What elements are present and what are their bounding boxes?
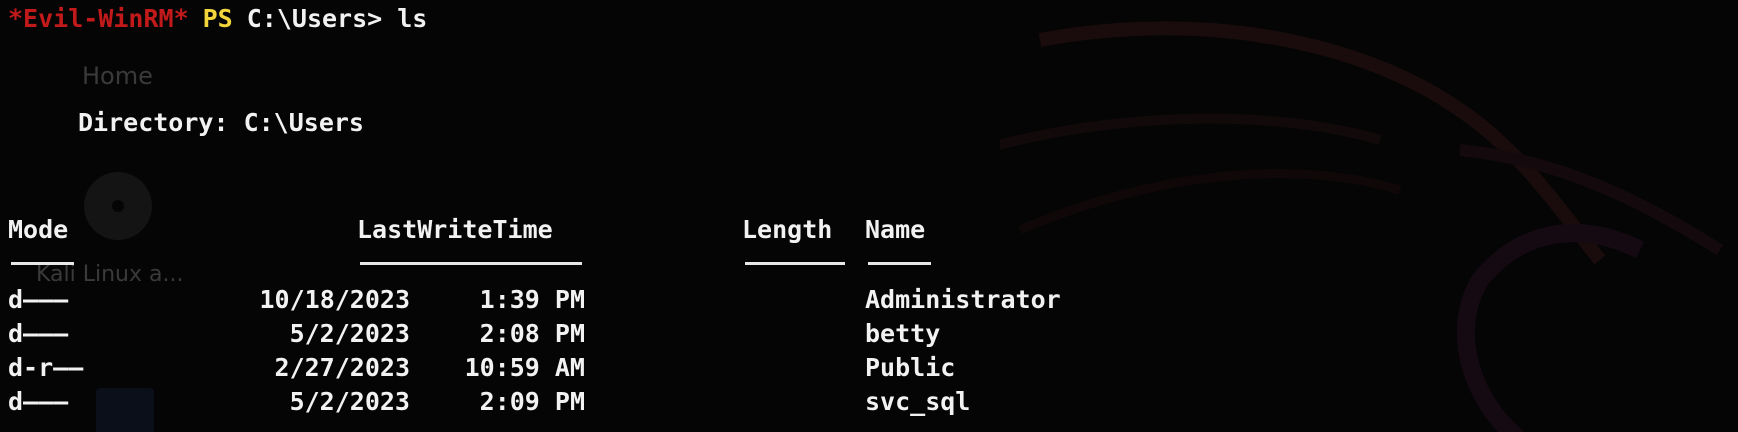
row-time: 10:59 AM (464, 353, 585, 382)
row-mode: d-r—— (8, 353, 84, 382)
directory-line: Directory: C:\Users (78, 108, 364, 137)
row-name: betty (865, 319, 941, 348)
row-date: 10/18/2023 (259, 285, 410, 314)
prompt-line: *Evil-WinRM* PS C:\Users> ls (8, 4, 427, 34)
row-time: 1:39 PM (479, 285, 585, 314)
desktop-kali-label: Kali Linux a... (36, 262, 184, 287)
row-time: 2:09 PM (479, 387, 585, 416)
desktop-disc-icon (84, 172, 152, 240)
row-mode: d——— (8, 285, 69, 314)
row-name: Administrator (865, 285, 1061, 314)
underline-lastwritetime (360, 262, 582, 265)
desktop-home-label: Home (82, 62, 153, 90)
row-date: 5/2/2023 (289, 319, 410, 348)
row-time: 2:08 PM (479, 319, 585, 348)
row-date: 2/27/2023 (274, 353, 410, 382)
desktop-tile-icon (96, 388, 154, 432)
header-length: Length (742, 215, 833, 244)
row-name: svc_sql (865, 387, 971, 416)
underline-mode (11, 262, 74, 265)
kali-dragon-wallpaper-icon (1000, 21, 1724, 432)
row-date: 5/2/2023 (289, 387, 410, 416)
underline-length (745, 262, 845, 265)
row-name: Public (865, 353, 956, 382)
underline-name (868, 262, 931, 265)
row-mode: d——— (8, 319, 69, 348)
header-mode: Mode (8, 215, 69, 244)
prompt-command: ls (382, 4, 428, 33)
terminal-window[interactable]: Home Kali Linux a... *Evil-WinRM* PS C:\Us… (0, 0, 1738, 432)
prompt-ps: PS (202, 4, 233, 33)
row-mode: d——— (8, 387, 69, 416)
header-name: Name (865, 215, 926, 244)
prompt-path: C:\Users> (246, 4, 383, 33)
header-lastwritetime: LastWriteTime (357, 215, 553, 244)
prompt-evil-winrm: *Evil-WinRM* (8, 4, 189, 33)
